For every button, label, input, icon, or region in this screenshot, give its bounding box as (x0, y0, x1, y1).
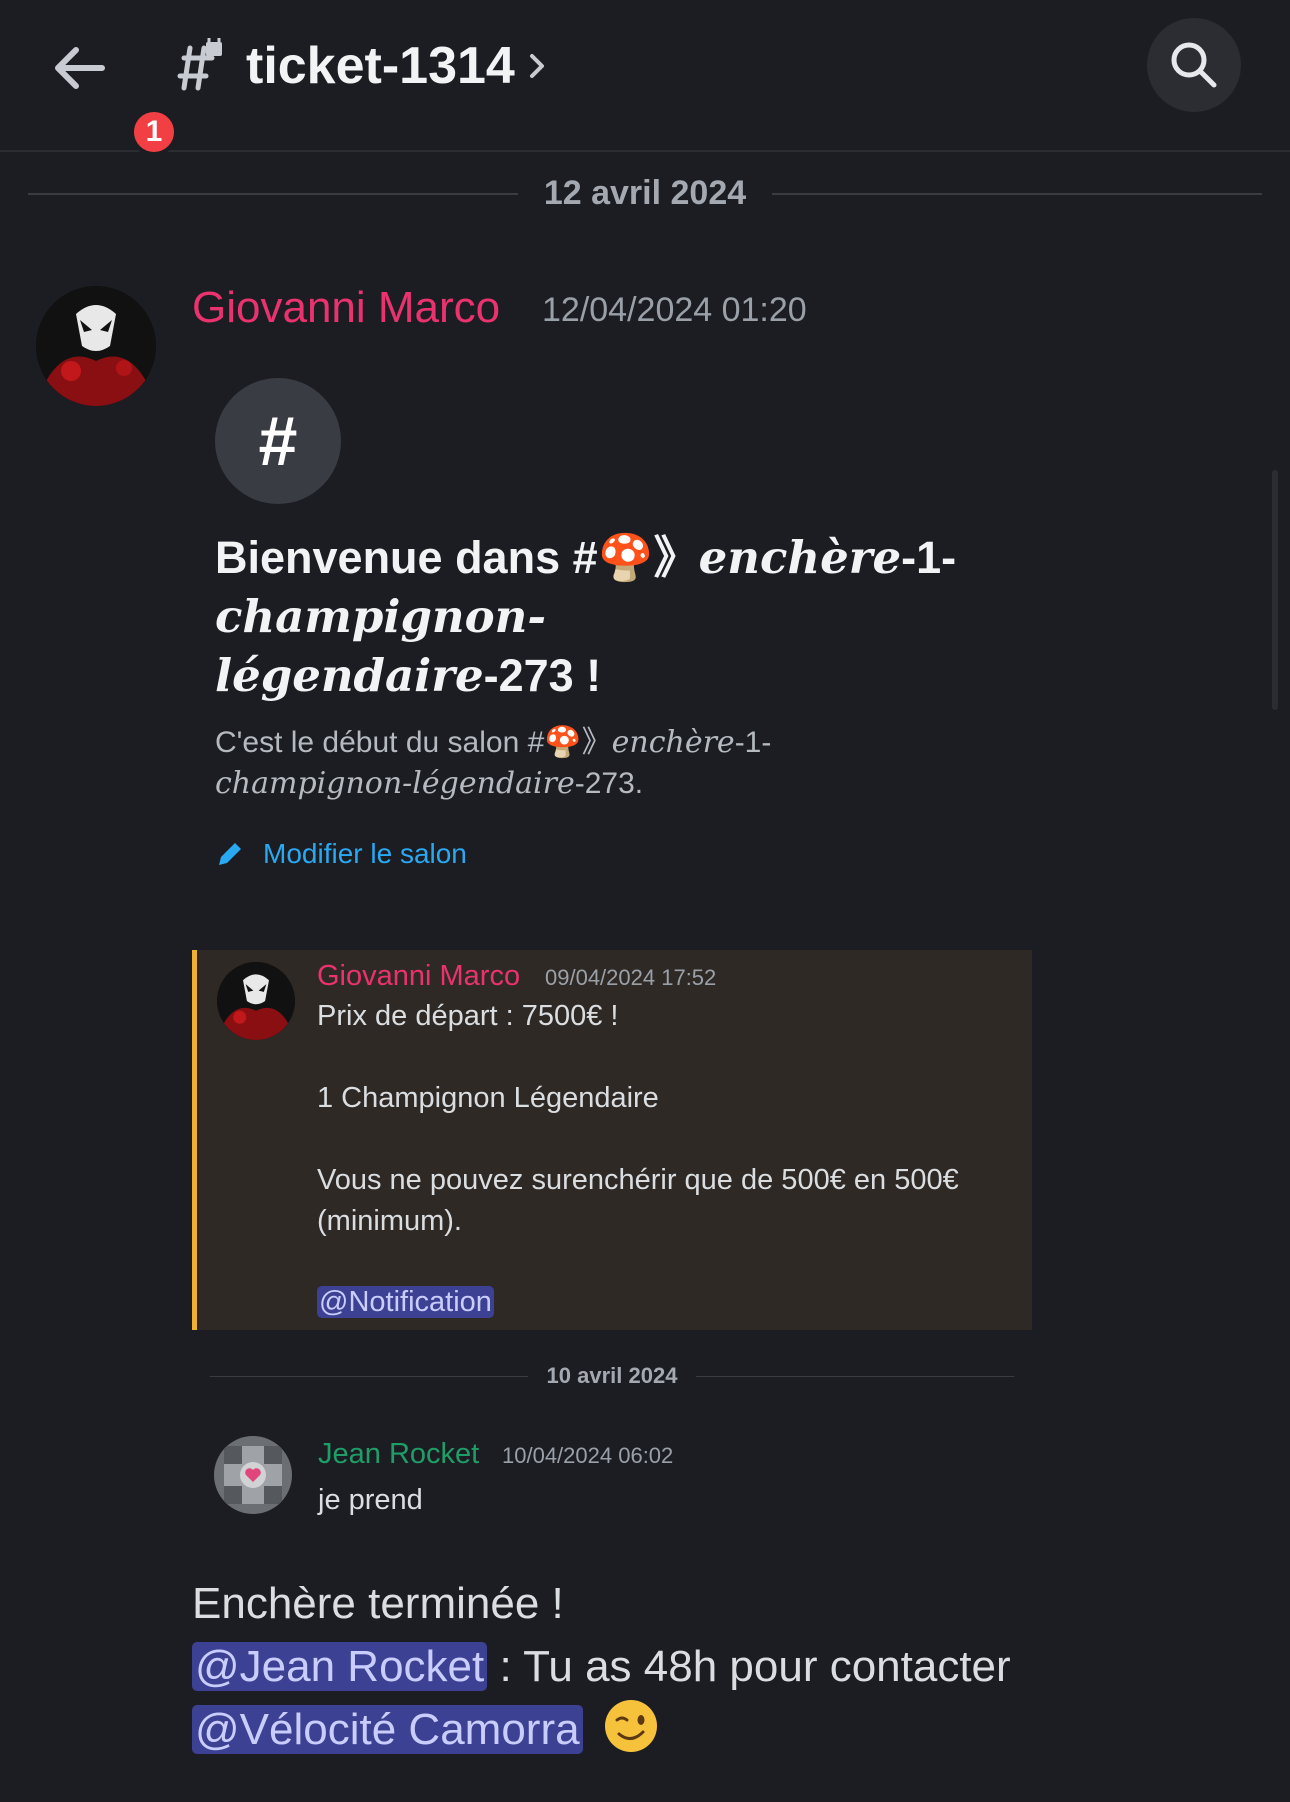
date-divider-line-right (772, 193, 1262, 195)
quoted-message: Giovanni Marco 09/04/2024 17:52 Prix de … (192, 950, 1032, 1330)
reply-author[interactable]: Jean Rocket (318, 1434, 479, 1474)
quote-timestamp: 09/04/2024 17:52 (545, 965, 717, 990)
reply-avatar[interactable] (214, 1436, 292, 1514)
channel-hash-icon: # (215, 378, 341, 504)
search-button[interactable] (1147, 18, 1241, 112)
quote-date-label: 10 avril 2024 (546, 1363, 678, 1388)
ended-title: Enchère terminée ! (192, 1579, 564, 1628)
mention-notification[interactable]: @Notification (317, 1286, 494, 1318)
mention-jean-rocket[interactable]: @Jean Rocket (192, 1642, 488, 1691)
quote-date-line-left (210, 1376, 528, 1377)
quote-line: (minimum). (317, 1205, 462, 1237)
locked-channel-icon (177, 38, 222, 91)
reply-text: je prend (318, 1484, 423, 1516)
channel-header: 1 ticket-1314 (0, 0, 1290, 156)
quote-author[interactable]: Giovanni Marco (317, 956, 520, 996)
arrow-left-icon (55, 47, 105, 89)
message-body: Enchère terminée ! @Jean Rocket : Tu as … (192, 1572, 1252, 1761)
search-icon (1171, 42, 1217, 88)
pencil-icon (219, 843, 241, 865)
ended-text: : Tu as 48h pour contacter (487, 1642, 1011, 1691)
back-button[interactable]: 1 (50, 30, 178, 156)
mention-velocite-camorra[interactable]: @Vélocité Camorra (192, 1705, 583, 1754)
channel-welcome-heading: Bienvenue dans #🍄》enchère-1- champignon-… (215, 531, 957, 702)
reply-timestamp: 10/04/2024 06:02 (502, 1443, 674, 1468)
date-divider-line-left (28, 193, 518, 195)
message-timestamp: 12/04/2024 01:20 (542, 291, 807, 329)
quote-line: Vous ne pouvez surenchérir que de 500€ e… (317, 1164, 959, 1196)
wink-emoji-icon (604, 1700, 657, 1752)
quote-avatar[interactable] (217, 962, 295, 1040)
quote-date-line-right (696, 1376, 1014, 1377)
channel-title[interactable]: ticket-1314 (246, 30, 515, 102)
villain-avatar-icon (36, 286, 156, 406)
companion-cube-icon (224, 1446, 282, 1504)
edit-channel-link[interactable]: Modifier le salon (215, 834, 467, 874)
quote-mention-row: @Notification (317, 1282, 494, 1323)
date-divider-label: 12 avril 2024 (543, 174, 747, 212)
unread-badge: 1 (130, 108, 178, 156)
scrollbar[interactable] (1272, 470, 1278, 710)
edit-channel-label: Modifier le salon (263, 838, 467, 869)
villain-avatar-icon (217, 962, 295, 1040)
chevron-right-icon[interactable] (528, 48, 548, 84)
avatar[interactable] (36, 286, 156, 406)
channel-intro-text: C'est le début du salon #🍄》enchère-1- ch… (215, 725, 772, 801)
quote-line: 1 Champignon Légendaire (317, 1082, 659, 1114)
message-author[interactable]: Giovanni Marco (192, 280, 500, 336)
quote-line: Prix de départ : 7500€ ! (317, 1000, 619, 1032)
